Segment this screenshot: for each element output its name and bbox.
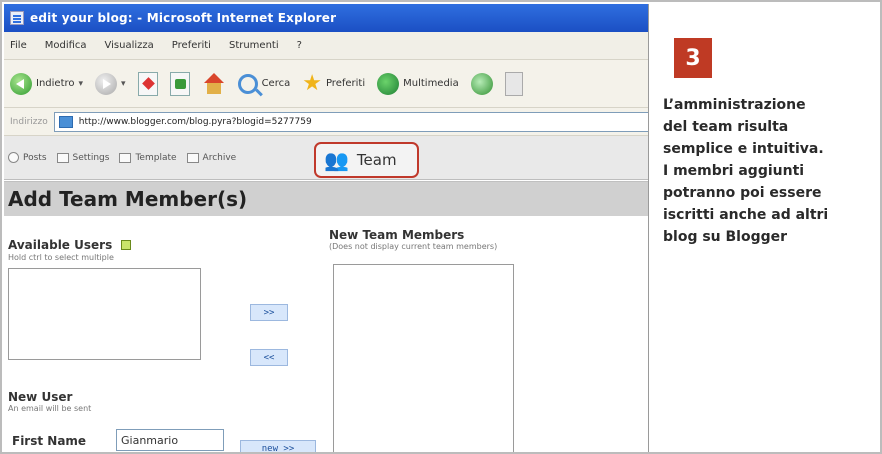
tab-template-label: Template bbox=[135, 152, 177, 163]
menu-strumenti[interactable]: Strumenti bbox=[229, 40, 279, 51]
tab-archive-label: Archive bbox=[202, 152, 237, 163]
caption-line: I membri aggiunti bbox=[663, 163, 805, 179]
tab-team-label: Team bbox=[356, 151, 397, 169]
caption-line: blog su Blogger bbox=[663, 229, 788, 245]
address-bar: Indirizzo http://www.blogger.com/blog.py… bbox=[4, 108, 648, 136]
tab-posts[interactable]: Posts bbox=[8, 152, 47, 163]
page-icon bbox=[58, 115, 73, 128]
chevron-down-icon[interactable]: ▾ bbox=[121, 79, 126, 89]
menu-help[interactable]: ? bbox=[297, 40, 302, 51]
available-users-section: Available Users Hold ctrl to select mult… bbox=[8, 234, 132, 262]
team-icon: 👥 bbox=[324, 148, 349, 172]
archive-icon bbox=[186, 152, 199, 163]
first-name-label: First Name bbox=[12, 434, 87, 448]
browser-toolbar: Indietro ▾ ▾ Cerca ★ Preferiti Multimedi… bbox=[4, 60, 648, 108]
blogger-tabs: Posts Settings Template Archive 👥 Team bbox=[4, 136, 648, 180]
caption-text: L’amministrazione del team risulta sempl… bbox=[663, 94, 873, 248]
address-value: http://www.blogger.com/blog.pyra?blogid=… bbox=[78, 116, 312, 127]
browser-screenshot: edit your blog: - Microsoft Internet Exp… bbox=[4, 4, 649, 454]
page-title: Add Team Member(s) bbox=[8, 187, 248, 211]
new-user-section: New User An email will be sent bbox=[8, 390, 91, 413]
available-users-list[interactable] bbox=[8, 268, 201, 360]
window-title: edit your blog: - Microsoft Internet Exp… bbox=[30, 11, 337, 25]
media-button[interactable]: Multimedia bbox=[377, 72, 459, 95]
tab-posts-label: Posts bbox=[23, 152, 47, 163]
menu-preferiti[interactable]: Preferiti bbox=[172, 40, 211, 51]
favorites-button[interactable]: ★ Preferiti bbox=[302, 70, 366, 96]
new-user-title: New User bbox=[8, 390, 73, 404]
caption-line: semplice e intuitiva. bbox=[663, 141, 824, 157]
caption-line: potranno poi essere bbox=[663, 185, 822, 201]
favorites-label: Preferiti bbox=[325, 78, 366, 89]
new-user-hint: An email will be sent bbox=[8, 404, 92, 413]
remove-member-button[interactable]: << bbox=[250, 349, 288, 366]
page: edit your blog: - Microsoft Internet Exp… bbox=[0, 0, 882, 454]
new-team-members-title: New Team Members bbox=[329, 228, 465, 242]
back-arrow-icon bbox=[10, 72, 32, 95]
settings-icon bbox=[56, 152, 69, 163]
available-users-title: Available Users bbox=[8, 238, 113, 252]
media-label: Multimedia bbox=[403, 78, 459, 89]
posts-icon bbox=[8, 152, 19, 163]
menu-modifica[interactable]: Modifica bbox=[45, 40, 87, 51]
first-name-input[interactable] bbox=[116, 429, 224, 451]
stop-icon[interactable] bbox=[137, 71, 158, 96]
window-titlebar: edit your blog: - Microsoft Internet Exp… bbox=[4, 4, 648, 32]
history-icon[interactable] bbox=[470, 72, 493, 95]
menu-bar: File Modifica Visualizza Preferiti Strum… bbox=[4, 32, 648, 60]
menu-file[interactable]: File bbox=[10, 40, 27, 51]
forward-button[interactable]: ▾ bbox=[95, 72, 126, 95]
caption-line: del team risulta bbox=[663, 119, 789, 135]
tab-template[interactable]: Template bbox=[119, 152, 177, 163]
refresh-icon[interactable] bbox=[169, 71, 190, 96]
address-input[interactable]: http://www.blogger.com/blog.pyra?blogid=… bbox=[53, 111, 648, 132]
new-user-add-button[interactable]: new >> bbox=[240, 440, 316, 454]
step-number-badge: 3 bbox=[674, 38, 712, 78]
home-icon[interactable] bbox=[202, 72, 226, 95]
tab-settings-label: Settings bbox=[72, 152, 110, 163]
back-label: Indietro bbox=[36, 78, 75, 89]
new-team-members-hint: (Does not display current team members) bbox=[329, 242, 498, 251]
info-icon[interactable] bbox=[121, 239, 132, 250]
add-member-button[interactable]: >> bbox=[250, 304, 288, 321]
ie-page-icon bbox=[10, 11, 24, 25]
template-icon bbox=[119, 152, 132, 163]
star-icon: ★ bbox=[302, 70, 322, 96]
search-icon bbox=[237, 73, 258, 94]
media-icon bbox=[377, 72, 400, 95]
new-team-members-list[interactable] bbox=[333, 264, 514, 454]
menu-visualizza[interactable]: Visualizza bbox=[105, 40, 154, 51]
address-label: Indirizzo bbox=[10, 116, 48, 127]
forward-arrow-icon bbox=[95, 72, 118, 95]
caption-line: L’amministrazione bbox=[663, 97, 806, 113]
caption-line: iscritti anche ad altri bbox=[663, 207, 829, 223]
new-team-members-section: New Team Members (Does not display curre… bbox=[329, 228, 497, 251]
mail-icon[interactable] bbox=[504, 71, 523, 96]
available-users-hint: Hold ctrl to select multiple bbox=[8, 253, 114, 262]
tab-archive[interactable]: Archive bbox=[186, 152, 237, 163]
tab-settings[interactable]: Settings bbox=[56, 152, 110, 163]
search-button[interactable]: Cerca bbox=[237, 73, 291, 94]
tab-team[interactable]: 👥 Team bbox=[314, 142, 419, 178]
back-button[interactable]: Indietro ▾ bbox=[10, 72, 84, 95]
search-label: Cerca bbox=[261, 78, 291, 89]
panel-header: Add Team Member(s) bbox=[4, 181, 648, 216]
chevron-down-icon[interactable]: ▾ bbox=[79, 79, 84, 89]
